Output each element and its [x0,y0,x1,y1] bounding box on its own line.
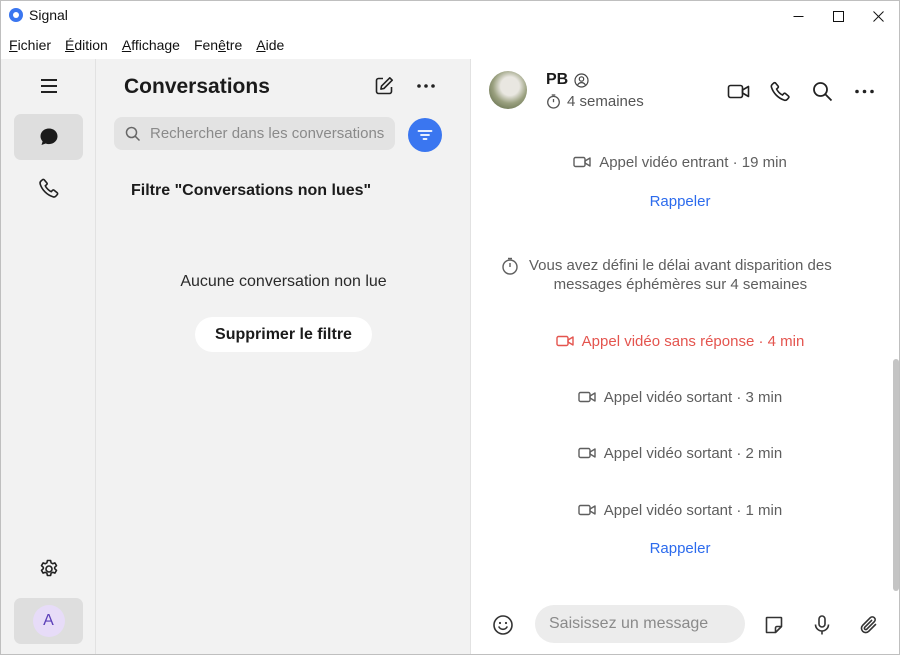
conversations-pane: Conversations Filtre "Conversations non … [96,59,471,654]
signal-window: Signal Fichier Édition Affichage Fenêtre… [0,0,900,655]
timer-change-event: Vous avez défini le délai avant disparit… [501,256,871,294]
window-title: Signal [29,7,68,23]
search-icon [812,81,832,101]
emoji-icon [493,615,513,635]
sticker-button[interactable] [760,611,788,639]
microphone-icon [814,615,830,635]
compose-button[interactable] [370,72,398,100]
phone-icon [770,81,790,101]
contact-header[interactable]: PB [546,71,589,89]
call-event-outgoing: Appel vidéo sortant · 1 min [471,501,889,519]
call-event-outgoing: Appel vidéo sortant · 3 min [471,388,889,406]
call-event-missed: Appel vidéo sans réponse · 4 min [471,332,889,350]
settings-button[interactable] [14,546,83,592]
filter-heading: Filtre "Conversations non lues" [131,182,372,199]
call-event-text: Appel vidéo sortant · 1 min [603,501,783,519]
callback-link[interactable]: Rappeler [471,193,889,210]
emoji-button[interactable] [489,611,517,639]
close-icon [872,10,884,22]
video-camera-icon [578,504,596,516]
voice-note-button[interactable] [808,611,836,639]
timeline-scrollbar[interactable] [893,359,899,591]
video-camera-missed-icon [555,335,574,347]
search-chat-button[interactable] [809,78,835,104]
search-icon [125,126,141,142]
call-event-outgoing: Appel vidéo sortant · 2 min [471,444,889,462]
timer-event-line-2: messages éphémères sur 4 semaines [553,276,808,293]
contact-avatar[interactable] [489,71,527,109]
nav-calls-button[interactable] [14,165,83,211]
menu-edition[interactable]: Édition [65,37,108,53]
avatar: A [32,605,65,637]
chat-bubble-icon [40,128,57,145]
page-title: Conversations [124,75,270,98]
timer-icon [502,257,518,275]
title-bar: Signal [1,1,899,31]
attachment-button[interactable] [855,611,883,639]
video-camera-icon [573,156,591,168]
search-input[interactable] [150,125,390,142]
disappearing-timer-status: 4 semaines [546,93,644,110]
menu-aide[interactable]: Aide [256,37,284,53]
menu-fenetre[interactable]: Fenêtre [194,37,242,53]
message-input[interactable] [535,605,745,643]
video-camera-icon [578,447,596,459]
hamburger-menu-button[interactable] [14,63,83,109]
chat-pane: PB 4 semaines Appel vidéo entrant · 19 m… [471,59,899,654]
profile-person-icon [574,72,589,88]
message-composer [471,597,899,654]
video-call-button[interactable] [725,78,751,104]
contact-name: PB [546,71,569,88]
phone-icon [38,178,58,198]
signal-logo-icon [9,8,23,22]
call-event-text: Appel vidéo sans réponse · 4 min [581,332,805,350]
minimize-icon [793,15,803,17]
call-event-incoming: Appel vidéo entrant · 19 min [471,153,889,171]
hamburger-icon [40,79,57,93]
search-box [114,117,395,150]
call-event-text: Appel vidéo sortant · 3 min [603,388,783,406]
timer-event-line-1: Vous avez défini le délai avant disparit… [529,257,832,274]
empty-state-text: Aucune conversation non lue [180,273,387,290]
menu-affichage[interactable]: Affichage [122,37,180,53]
callback-link[interactable]: Rappeler [471,540,889,557]
voice-call-button[interactable] [767,78,793,104]
timer-label: 4 semaines [567,93,644,110]
video-camera-icon [727,84,749,98]
chat-more-button[interactable] [851,78,877,104]
more-horizontal-icon [417,84,435,88]
call-event-text: Appel vidéo sortant · 2 min [603,444,783,462]
profile-button[interactable]: A [14,598,83,644]
compose-icon [375,77,393,95]
menu-bar: Fichier Édition Affichage Fenêtre Aide [1,31,899,59]
more-horizontal-icon [854,89,874,93]
timer-icon [547,94,560,109]
menu-fichier[interactable]: Fichier [9,37,51,53]
nav-chats-button[interactable] [14,114,83,160]
gear-icon [40,559,57,577]
paperclip-icon [860,616,877,634]
filter-unread-button[interactable] [408,118,442,152]
call-event-text: Appel vidéo entrant · 19 min [599,153,787,171]
close-button[interactable] [855,1,899,31]
filter-icon [417,130,433,140]
clear-filter-button[interactable]: Supprimer le filtre [195,317,372,352]
sticker-icon [765,616,783,634]
nav-rail: A [1,59,96,654]
maximize-icon [832,10,844,22]
more-options-button[interactable] [412,72,440,100]
video-camera-icon [578,391,596,403]
